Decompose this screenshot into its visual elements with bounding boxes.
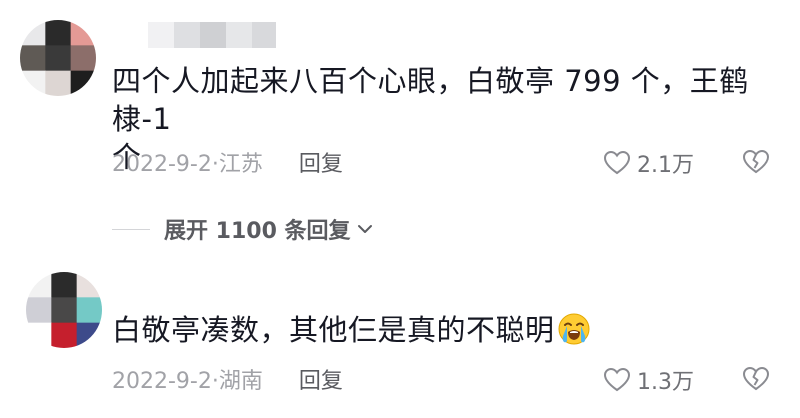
like-count: 2.1万 (637, 153, 694, 178)
avatar-mosaic-cell (20, 20, 46, 46)
comment-section: 四个人加起来八百个心眼，白敬亭 799 个，王鹤棣-1 个 2022-9-2·江… (0, 0, 800, 418)
avatar[interactable] (20, 20, 96, 96)
avatar-mosaic-cell (70, 20, 96, 46)
avatar-mosaic-cell (20, 45, 46, 72)
avatar-mosaic-cell (51, 322, 78, 348)
avatar-mosaic-cell (76, 322, 102, 348)
avatar-mosaic-cell (76, 297, 102, 324)
broken-heart-icon (742, 149, 770, 175)
date-location: 2022-9-2·江苏 (112, 152, 263, 177)
loudly-crying-face-icon (557, 312, 591, 355)
avatar-mosaic-cell (26, 297, 52, 324)
reply-button[interactable]: 回复 (299, 146, 343, 178)
comment-text: 白敬亭凑数，其他仨是真的不聪明 (112, 311, 772, 355)
avatar[interactable] (26, 272, 102, 348)
avatar-mosaic-cell (70, 45, 96, 72)
like-count: 1.3万 (637, 370, 694, 395)
avatar-mosaic-cell (20, 70, 46, 96)
broken-heart-icon (742, 366, 770, 392)
avatar-mosaic-cell (26, 322, 52, 348)
heart-outline-icon (603, 367, 631, 393)
reply-button[interactable]: 回复 (299, 363, 343, 395)
avatar-mosaic-cell (76, 272, 102, 298)
avatar-mosaic-cell (45, 70, 72, 96)
comment-text-line: 白敬亭凑数，其他仨是真的不聪明 (112, 313, 555, 347)
dislike-button[interactable] (742, 366, 770, 392)
like-button[interactable]: 1.3万 (603, 364, 694, 396)
comment-meta: 2022-9-2·湖南 回复 (112, 364, 343, 394)
avatar-mosaic-cell (51, 297, 78, 324)
dislike-button[interactable] (742, 149, 770, 175)
expand-replies-button[interactable]: 展开 1100 条回复 (112, 214, 375, 244)
avatar-mosaic-cell (70, 70, 96, 96)
like-button[interactable]: 2.1万 (603, 147, 694, 179)
avatar-mosaic-cell (26, 272, 52, 298)
comment-meta: 2022-9-2·江苏 回复 (112, 147, 343, 177)
username-blurred[interactable] (148, 22, 280, 48)
avatar-mosaic-cell (45, 20, 72, 46)
chevron-down-icon (351, 219, 375, 239)
avatar-mosaic-cell (45, 45, 72, 72)
date-location: 2022-9-2·湖南 (112, 369, 263, 394)
avatar-mosaic-cell (51, 272, 78, 298)
comment-text-line: 四个人加起来八百个心眼，白敬亭 799 个，王鹤棣-1 (112, 64, 749, 136)
expand-replies-label: 展开 1100 条回复 (164, 219, 351, 244)
divider (112, 228, 150, 230)
heart-outline-icon (603, 150, 631, 176)
